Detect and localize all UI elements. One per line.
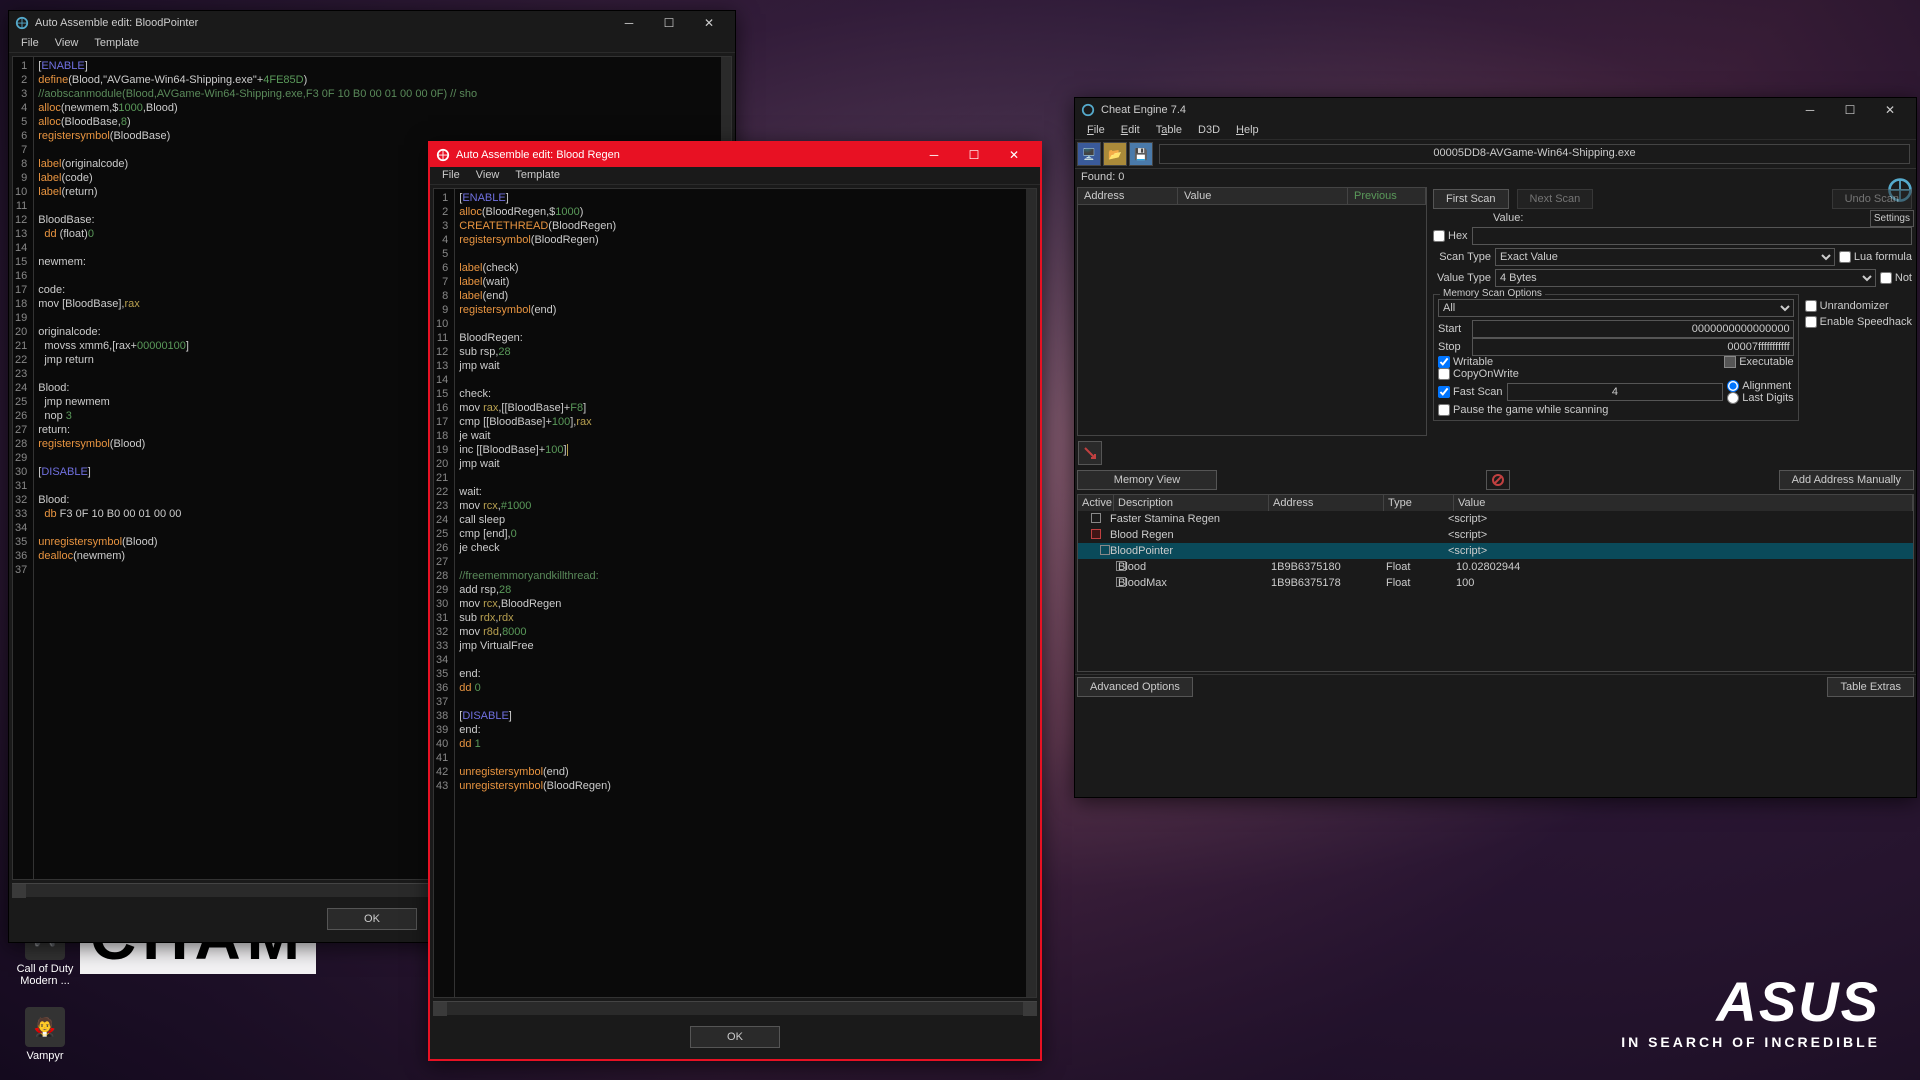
unrandomizer-checkbox[interactable]: Unrandomizer <box>1805 300 1912 312</box>
scrollbar-vertical[interactable] <box>1026 189 1036 997</box>
menu-file[interactable]: File <box>13 35 47 52</box>
column-description[interactable]: Description <box>1114 495 1269 511</box>
menu-template[interactable]: Template <box>507 167 568 184</box>
table-row[interactable]: Faster Stamina Regen<script> <box>1078 511 1913 527</box>
stop-address-input[interactable] <box>1472 338 1794 356</box>
value-label: Value: <box>1493 212 1523 224</box>
value-input[interactable] <box>1472 227 1912 245</box>
scan-region-select[interactable]: All <box>1438 299 1794 317</box>
maximize-button[interactable]: ☐ <box>954 143 994 167</box>
column-active[interactable]: Active <box>1078 495 1114 511</box>
table-row[interactable]: Blood1B9B6375180Float10.02802944 <box>1078 559 1913 575</box>
close-button[interactable]: ✕ <box>689 11 729 35</box>
arrow-icon[interactable] <box>1078 441 1102 465</box>
menu-view[interactable]: View <box>47 35 87 52</box>
titlebar[interactable]: Auto Assemble edit: Blood Regen ─ ☐ ✕ <box>430 143 1040 167</box>
lastdigits-radio[interactable]: Last Digits <box>1727 392 1793 404</box>
column-previous[interactable]: Previous <box>1348 188 1426 204</box>
nosign-icon[interactable] <box>1486 470 1510 490</box>
found-count: Found: 0 <box>1075 169 1916 185</box>
asus-logo: ASUS IN SEARCH OF INCREDIBLE <box>1621 969 1880 1050</box>
process-name: 00005DD8-AVGame-Win64-Shipping.exe <box>1159 144 1910 164</box>
menubar: File View Template <box>430 167 1040 185</box>
close-button[interactable]: ✕ <box>994 143 1034 167</box>
value-type-label: Value Type <box>1433 272 1491 284</box>
start-address-input[interactable] <box>1472 320 1794 338</box>
code-editor[interactable]: 1234567891011121314151617181920212223242… <box>433 188 1037 998</box>
menubar: File Edit Table D3D Help <box>1075 122 1916 140</box>
column-address[interactable]: Address <box>1078 188 1178 204</box>
next-scan-button[interactable]: Next Scan <box>1517 189 1594 209</box>
column-type[interactable]: Type <box>1384 495 1454 511</box>
scan-results-list[interactable]: Address Value Previous <box>1077 187 1427 436</box>
copyonwrite-checkbox[interactable]: CopyOnWrite <box>1438 368 1794 380</box>
maximize-button[interactable]: ☐ <box>1830 98 1870 122</box>
first-scan-button[interactable]: First Scan <box>1433 189 1509 209</box>
add-address-manually-button[interactable]: Add Address Manually <box>1779 470 1914 490</box>
speedhack-checkbox[interactable]: Enable Speedhack <box>1805 316 1912 328</box>
menu-d3d[interactable]: D3D <box>1190 122 1228 139</box>
window-title: Cheat Engine 7.4 <box>1101 104 1790 116</box>
menu-help[interactable]: Help <box>1228 122 1267 139</box>
titlebar[interactable]: Cheat Engine 7.4 ─ ☐ ✕ <box>1075 98 1916 122</box>
hex-checkbox[interactable]: Hex <box>1433 230 1468 242</box>
cheat-engine-icon <box>436 148 450 162</box>
minimize-button[interactable]: ─ <box>914 143 954 167</box>
window-title: Auto Assemble edit: Blood Regen <box>456 149 914 161</box>
maximize-button[interactable]: ☐ <box>649 11 689 35</box>
desktop-icon[interactable]: 🧛Vampyr <box>10 1007 80 1062</box>
table-row[interactable]: Blood Regen<script> <box>1078 527 1913 543</box>
scrollbar-horizontal[interactable] <box>433 1001 1037 1015</box>
alignment-radio[interactable]: Alignment <box>1727 380 1793 392</box>
memory-view-button[interactable]: Memory View <box>1077 470 1217 490</box>
minimize-button[interactable]: ─ <box>1790 98 1830 122</box>
address-list[interactable]: Active Description Address Type Value Fa… <box>1077 494 1914 672</box>
menu-template[interactable]: Template <box>86 35 147 52</box>
fastscan-value-input[interactable] <box>1507 383 1724 401</box>
scan-type-select[interactable]: Exact Value <box>1495 248 1835 266</box>
scan-type-label: Scan Type <box>1433 251 1491 263</box>
table-row[interactable]: BloodMax1B9B6375178Float100 <box>1078 575 1913 591</box>
not-checkbox[interactable]: Not <box>1880 272 1912 284</box>
column-address[interactable]: Address <box>1269 495 1384 511</box>
pause-game-checkbox[interactable]: Pause the game while scanning <box>1438 404 1794 416</box>
open-process-button[interactable]: 🖥️ <box>1077 142 1101 166</box>
minimize-button[interactable]: ─ <box>609 11 649 35</box>
executable-checkbox[interactable]: Executable <box>1724 356 1793 368</box>
open-file-button[interactable]: 📂 <box>1103 142 1127 166</box>
value-type-select[interactable]: 4 Bytes <box>1495 269 1876 287</box>
column-value[interactable]: Value <box>1454 495 1913 511</box>
window-cheat-engine[interactable]: Cheat Engine 7.4 ─ ☐ ✕ File Edit Table D… <box>1074 97 1917 798</box>
ok-button[interactable]: OK <box>327 908 417 930</box>
menu-view[interactable]: View <box>468 167 508 184</box>
cheat-engine-icon <box>15 16 29 30</box>
menu-file[interactable]: File <box>1079 122 1113 139</box>
memory-scan-options-label: Memory Scan Options <box>1440 288 1545 299</box>
close-button[interactable]: ✕ <box>1870 98 1910 122</box>
writable-checkbox[interactable]: Writable <box>1438 356 1493 368</box>
menubar: File View Template <box>9 35 735 53</box>
menu-file[interactable]: File <box>434 167 468 184</box>
window-auto-assemble-bloodregen[interactable]: Auto Assemble edit: Blood Regen ─ ☐ ✕ Fi… <box>428 141 1042 1061</box>
table-extras-button[interactable]: Table Extras <box>1827 677 1914 697</box>
menu-table[interactable]: Table <box>1148 122 1190 139</box>
table-row[interactable]: BloodPointer<script> <box>1078 543 1913 559</box>
settings-button[interactable]: Settings <box>1870 210 1914 227</box>
fastscan-checkbox[interactable]: Fast Scan <box>1438 386 1503 398</box>
column-value[interactable]: Value <box>1178 188 1348 204</box>
ok-button[interactable]: OK <box>690 1026 780 1048</box>
window-title: Auto Assemble edit: BloodPointer <box>35 17 609 29</box>
advanced-options-button[interactable]: Advanced Options <box>1077 677 1193 697</box>
undo-scan-button[interactable]: Undo Scan <box>1832 189 1912 209</box>
save-button[interactable]: 💾 <box>1129 142 1153 166</box>
menu-edit[interactable]: Edit <box>1113 122 1148 139</box>
cheat-engine-icon <box>1081 103 1095 117</box>
titlebar[interactable]: Auto Assemble edit: BloodPointer ─ ☐ ✕ <box>9 11 735 35</box>
lua-formula-checkbox[interactable]: Lua formula <box>1839 251 1912 263</box>
